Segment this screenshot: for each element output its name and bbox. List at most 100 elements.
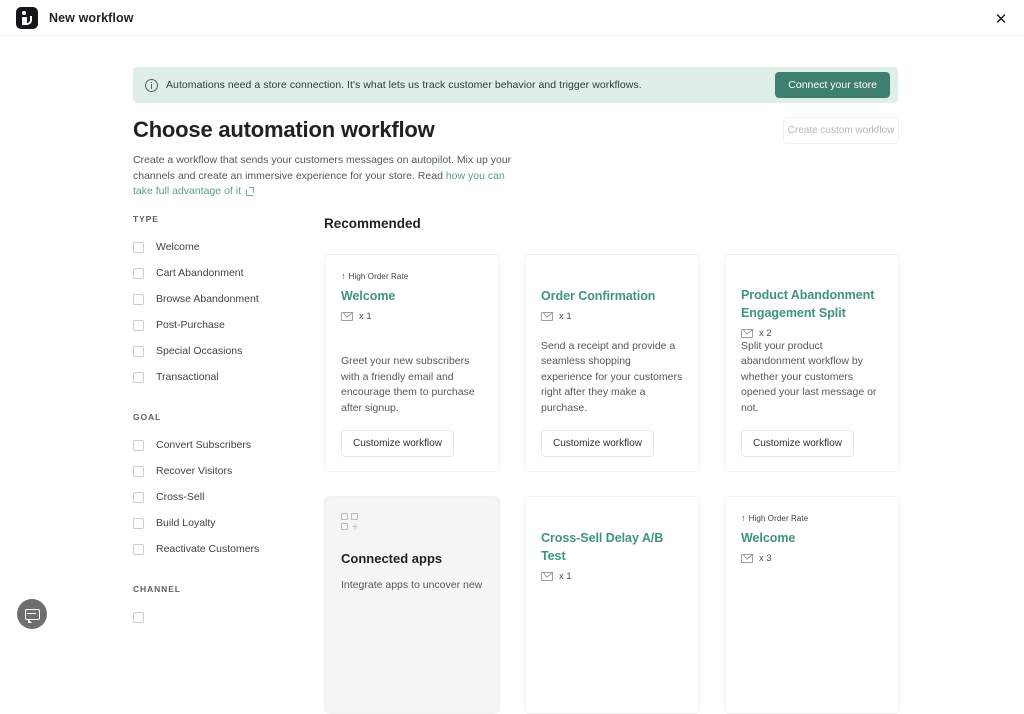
high-order-rate-badge: ↑ High Order Rate [741, 513, 883, 524]
info-icon [145, 78, 158, 92]
card-title: Order Confirmation [541, 289, 656, 303]
customize-workflow-button[interactable]: Customize workflow [541, 430, 654, 457]
card-channel-count: x 1 [341, 311, 483, 322]
filter-group-goal: GOAL Convert Subscribers Recover Visitor… [133, 412, 308, 562]
card-channel-count: x 3 [741, 553, 883, 564]
filter-group-title: CHANNEL [133, 584, 181, 594]
filter-option-label: Cross-Sell [156, 491, 205, 503]
filter-option-convert-subscribers[interactable]: Convert Subscribers [133, 432, 308, 458]
card-description: Split your product abandonment workflow … [741, 339, 877, 414]
checkbox[interactable] [133, 371, 144, 383]
customize-workflow-button[interactable]: Customize workflow [741, 430, 854, 457]
checkbox[interactable] [133, 517, 144, 529]
filter-option-label: Browse Abandonment [156, 293, 259, 305]
checkbox[interactable] [133, 267, 144, 279]
filter-option-cross-sell[interactable]: Cross-Sell [133, 484, 308, 510]
page-title: Choose automation workflow [133, 117, 435, 142]
card-count-label: x 2 [759, 327, 772, 339]
filter-option-transactional[interactable]: Transactional [133, 364, 308, 390]
filter-option-label: Convert Subscribers [156, 439, 252, 451]
workflow-card-product-abandonment-engagement-split[interactable]: Product Abandonment Engagement Split x 2… [724, 254, 900, 472]
arrow-up-icon: ↑ [741, 513, 746, 523]
card-title: Product Abandonment Engagement Split [741, 287, 875, 320]
checkbox[interactable] [133, 543, 144, 555]
checkbox[interactable] [133, 465, 144, 477]
section-title-recommended: Recommended [324, 216, 421, 231]
workflow-card-order-confirmation[interactable]: Order Confirmation x 1 Send a receipt an… [524, 254, 700, 472]
filter-option-label: Cart Abandonment [156, 267, 244, 279]
workflow-card-welcome-secondary[interactable]: ↑ High Order Rate Welcome x 3 [724, 496, 900, 714]
connected-apps-card[interactable]: + Connected apps Integrate apps to uncov… [324, 496, 500, 714]
filter-group-title: TYPE [133, 214, 159, 224]
connected-apps-title: Connected apps [341, 551, 443, 566]
email-icon [741, 554, 753, 563]
checkbox[interactable] [133, 319, 144, 331]
badge-label: High Order Rate [348, 272, 409, 281]
filter-option-recover-visitors[interactable]: Recover Visitors [133, 458, 308, 484]
card-title: Welcome [741, 531, 796, 545]
create-custom-workflow-button[interactable]: Create custom workflow [783, 117, 899, 144]
close-icon[interactable]: ✕ [990, 8, 1012, 30]
filters-sidebar: TYPE Welcome Cart Abandonment Browse Aba… [133, 214, 308, 630]
card-title: Welcome [341, 289, 396, 303]
card-title: Cross-Sell Delay A/B Test [541, 531, 664, 563]
workflow-card-cross-sell-delay-ab-test[interactable]: Cross-Sell Delay A/B Test x 1 [524, 496, 700, 714]
store-connection-banner: Automations need a store connection. It'… [133, 67, 898, 103]
checkbox[interactable] [133, 491, 144, 503]
page-body: Automations need a store connection. It'… [0, 36, 1024, 714]
checkbox[interactable] [133, 293, 144, 305]
filter-option-label: Build Loyalty [156, 517, 216, 529]
filter-option-browse-abandonment[interactable]: Browse Abandonment [133, 286, 308, 312]
filter-group-channel: CHANNEL [133, 584, 308, 630]
filter-option-build-loyalty[interactable]: Build Loyalty [133, 510, 308, 536]
filter-option-post-purchase[interactable]: Post-Purchase [133, 312, 308, 338]
card-channel-count: x 1 [541, 311, 683, 322]
card-count-label: x 3 [759, 553, 772, 564]
connected-apps-description: Integrate apps to uncover new [341, 579, 483, 591]
plus-icon: + [351, 521, 359, 533]
card-description: Greet your new subscribers with a friend… [341, 355, 475, 414]
external-link-icon [246, 187, 254, 196]
filter-option-welcome[interactable]: Welcome [133, 234, 308, 260]
card-channel-count: x 2 [741, 328, 883, 339]
checkbox[interactable] [133, 345, 144, 357]
banner-message: Automations need a store connection. It'… [166, 79, 642, 91]
filter-option-label: Reactivate Customers [156, 543, 260, 555]
checkbox[interactable] [133, 241, 144, 253]
badge-label: High Order Rate [748, 514, 809, 523]
filter-group-title: GOAL [133, 412, 162, 422]
top-bar: New workflow ✕ [0, 0, 1024, 36]
filter-option-label: Post-Purchase [156, 319, 225, 331]
workflow-card-grid: ↑ High Order Rate Welcome x 1 Greet your… [324, 254, 900, 714]
badge-placeholder [541, 271, 683, 287]
high-order-rate-badge: ↑ High Order Rate [341, 271, 483, 282]
checkbox[interactable] [133, 611, 144, 623]
card-count-label: x 1 [559, 311, 572, 322]
card-description: Send a receipt and provide a seamless sh… [541, 339, 683, 414]
filter-option-channel-first[interactable] [133, 604, 308, 630]
filter-option-label: Transactional [156, 371, 219, 383]
filter-option-cart-abandonment[interactable]: Cart Abandonment [133, 260, 308, 286]
arrow-up-icon: ↑ [341, 271, 346, 281]
email-icon [741, 328, 753, 338]
workflow-title: New workflow [49, 10, 134, 25]
customize-workflow-button[interactable]: Customize workflow [341, 430, 454, 457]
page-description: Create a workflow that sends your custom… [133, 153, 523, 200]
filter-option-label: Welcome [156, 241, 200, 253]
filter-option-label: Special Occasions [156, 345, 243, 357]
email-icon [341, 312, 353, 321]
badge-placeholder [741, 271, 883, 286]
chat-support-button[interactable] [17, 599, 47, 629]
workflow-card-welcome[interactable]: ↑ High Order Rate Welcome x 1 Greet your… [324, 254, 500, 472]
checkbox[interactable] [133, 439, 144, 451]
badge-placeholder [541, 513, 683, 529]
connect-store-button[interactable]: Connect your store [775, 72, 890, 98]
omnisend-logo-icon [16, 6, 38, 29]
filter-group-type: TYPE Welcome Cart Abandonment Browse Aba… [133, 214, 308, 390]
email-icon [541, 312, 553, 321]
filter-option-reactivate-customers[interactable]: Reactivate Customers [133, 536, 308, 562]
card-count-label: x 1 [559, 571, 572, 582]
card-count-label: x 1 [359, 311, 372, 322]
filter-option-special-occasions[interactable]: Special Occasions [133, 338, 308, 364]
email-icon [541, 572, 553, 581]
